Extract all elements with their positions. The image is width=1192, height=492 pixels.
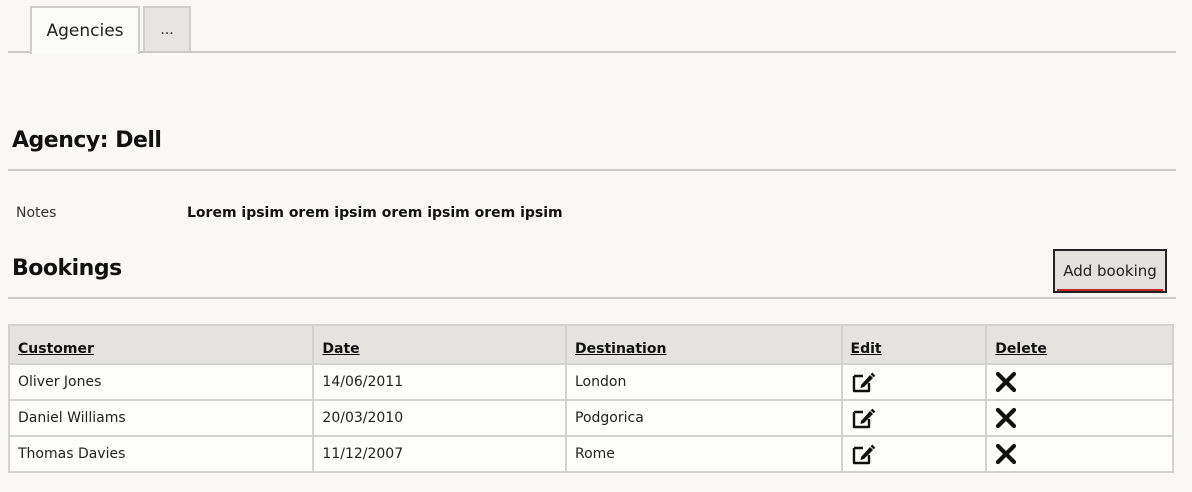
- tab-bar-divider: [8, 51, 1176, 53]
- cell-delete: [985, 399, 1174, 437]
- add-booking-button[interactable]: Add booking: [1053, 249, 1167, 293]
- cell-date: 11/12/2007: [312, 435, 567, 473]
- column-header-date[interactable]: Date: [312, 324, 567, 365]
- edit-icon[interactable]: [851, 443, 877, 465]
- table-header-row: Customer Date Destination Edit Delete: [7, 324, 1174, 365]
- bookings-divider: [8, 297, 1176, 299]
- bookings-table: Customer Date Destination Edit Delete Ol…: [7, 324, 1174, 473]
- cell-edit: [840, 435, 988, 473]
- cell-destination: Rome: [565, 435, 843, 473]
- cell-edit: [840, 363, 988, 401]
- cell-delete: [985, 363, 1174, 401]
- cell-date: 14/06/2011: [312, 363, 567, 401]
- title-divider: [8, 169, 1176, 171]
- page-title: Agency: Dell: [12, 128, 162, 153]
- edit-icon[interactable]: [851, 407, 877, 429]
- table-row: Thomas Davies 11/12/2007 Rome: [7, 435, 1174, 473]
- tab-more[interactable]: ...: [143, 6, 191, 52]
- close-icon[interactable]: [995, 371, 1017, 393]
- cell-delete: [985, 435, 1174, 473]
- close-icon[interactable]: [995, 407, 1017, 429]
- tab-bar: Agencies ...: [0, 0, 1192, 56]
- tab-agencies[interactable]: Agencies: [30, 6, 140, 54]
- cell-destination: London: [565, 363, 843, 401]
- cell-date: 20/03/2010: [312, 399, 567, 437]
- column-header-destination[interactable]: Destination: [565, 324, 843, 365]
- cell-destination: Podgorica: [565, 399, 843, 437]
- column-header-delete[interactable]: Delete: [985, 324, 1174, 365]
- notes-label: Notes: [16, 205, 57, 221]
- cell-customer: Thomas Davies: [7, 435, 315, 473]
- cell-customer: Oliver Jones: [7, 363, 315, 401]
- table-row: Daniel Williams 20/03/2010 Podgorica: [7, 399, 1174, 437]
- table-row: Oliver Jones 14/06/2011 London: [7, 363, 1174, 401]
- column-header-edit[interactable]: Edit: [840, 324, 988, 365]
- edit-icon[interactable]: [851, 371, 877, 393]
- page: Agencies ... Agency: Dell Notes Lorem ip…: [0, 0, 1192, 492]
- cell-customer: Daniel Williams: [7, 399, 315, 437]
- bookings-heading: Bookings: [12, 256, 122, 281]
- column-header-customer[interactable]: Customer: [7, 324, 315, 365]
- cell-edit: [840, 399, 988, 437]
- close-icon[interactable]: [995, 443, 1017, 465]
- notes-value: Lorem ipsim orem ipsim orem ipsim orem i…: [187, 205, 563, 221]
